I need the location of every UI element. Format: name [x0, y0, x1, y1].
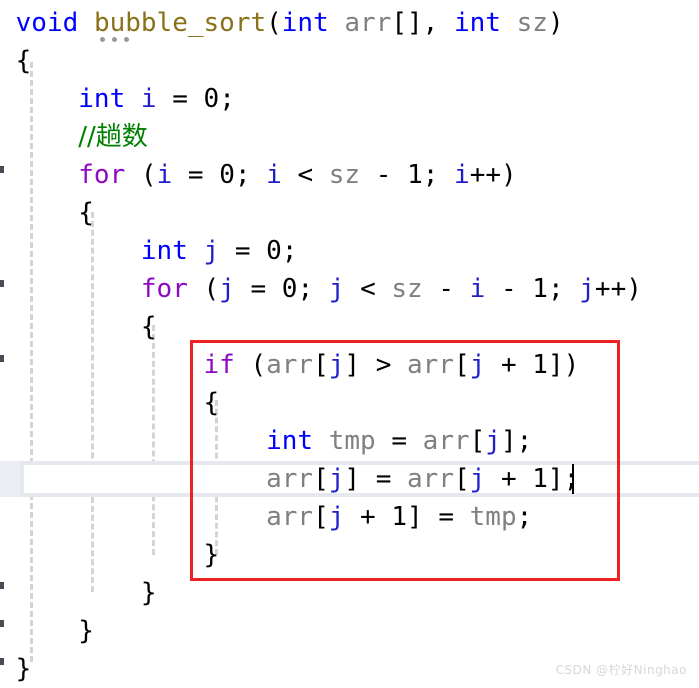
- token-one: 1: [391, 502, 408, 532]
- token-j: j: [203, 236, 220, 266]
- token-sz: sz: [328, 160, 361, 190]
- token-j: j: [469, 350, 486, 380]
- token-j: j: [485, 426, 501, 456]
- code-editor[interactable]: void bubble_sort(int arr[], int sz) { in…: [0, 0, 699, 688]
- token-zero: 0: [266, 236, 282, 266]
- token-arr: arr: [407, 464, 454, 494]
- code-line[interactable]: for (i = 0; i < sz - 1; i++): [0, 156, 699, 194]
- token-i: i: [140, 84, 157, 114]
- token-i: i: [469, 274, 486, 304]
- token-arr: arr: [422, 426, 470, 456]
- token-function-name[interactable]: bubble_sort: [94, 8, 266, 38]
- token-zero: 0: [203, 84, 220, 114]
- token-j: j: [328, 350, 345, 380]
- token-void: void: [15, 8, 79, 38]
- suggestion-dot: [112, 37, 117, 42]
- token-j: j: [219, 274, 235, 304]
- token-i: i: [156, 160, 173, 190]
- token-tmp: tmp: [469, 502, 517, 532]
- code-line[interactable]: arr[j + 1] = tmp;: [0, 498, 699, 536]
- token-j: j: [328, 502, 345, 532]
- intellisense-suggestion-dots[interactable]: [100, 37, 129, 42]
- token-arr: arr: [266, 502, 314, 532]
- token-for: for: [78, 160, 126, 190]
- token-int: int: [454, 8, 501, 38]
- code-line[interactable]: }: [0, 612, 699, 650]
- code-line[interactable]: int i = 0;: [0, 80, 699, 118]
- suggestion-dot: [124, 37, 129, 42]
- token-one: 1: [532, 464, 548, 494]
- token-sz: sz: [516, 8, 548, 38]
- token-zero: 0: [281, 274, 298, 304]
- code-line[interactable]: }: [0, 574, 699, 612]
- token-tmp: tmp: [328, 426, 376, 456]
- token-if: if: [203, 350, 235, 380]
- token-j: j: [469, 464, 486, 494]
- code-line[interactable]: {: [0, 42, 699, 80]
- token-arr: arr: [344, 8, 392, 38]
- token-i: i: [266, 160, 282, 190]
- code-line[interactable]: int j = 0;: [0, 232, 699, 270]
- token-arr: arr: [407, 350, 454, 380]
- csdn-watermark: CSDN @柠好Ninghao: [555, 663, 687, 677]
- code-line[interactable]: int tmp = arr[j];: [0, 422, 699, 460]
- token-int: int: [78, 84, 126, 114]
- code-line[interactable]: {: [0, 384, 699, 422]
- token-arr: arr: [266, 464, 314, 494]
- token-one: 1: [532, 350, 548, 380]
- token-one: 1: [532, 274, 548, 304]
- token-zero: 0: [219, 160, 235, 190]
- token-sz: sz: [391, 274, 423, 304]
- code-line-comment[interactable]: //趟数: [0, 118, 699, 156]
- suggestion-dot: [100, 37, 105, 42]
- token-int: int: [281, 8, 329, 38]
- token-j: j: [328, 464, 345, 494]
- token-int: int: [140, 236, 188, 266]
- code-line-active[interactable]: arr[j] = arr[j + 1];: [0, 460, 699, 498]
- token-one: 1: [407, 160, 423, 190]
- token-j: j: [579, 274, 595, 304]
- token-arr: arr: [266, 350, 314, 380]
- code-line[interactable]: for (j = 0; j < sz - i - 1; j++): [0, 270, 699, 308]
- token-comment: //趟数: [78, 122, 148, 152]
- token-i: i: [454, 160, 470, 190]
- token-int: int: [266, 426, 314, 456]
- code-line[interactable]: }: [0, 536, 699, 574]
- text-caret: [572, 464, 574, 494]
- token-j: j: [328, 274, 345, 304]
- token-for: for: [140, 274, 188, 304]
- code-line[interactable]: if (arr[j] > arr[j + 1]): [0, 346, 699, 384]
- code-line[interactable]: {: [0, 194, 699, 232]
- code-line[interactable]: {: [0, 308, 699, 346]
